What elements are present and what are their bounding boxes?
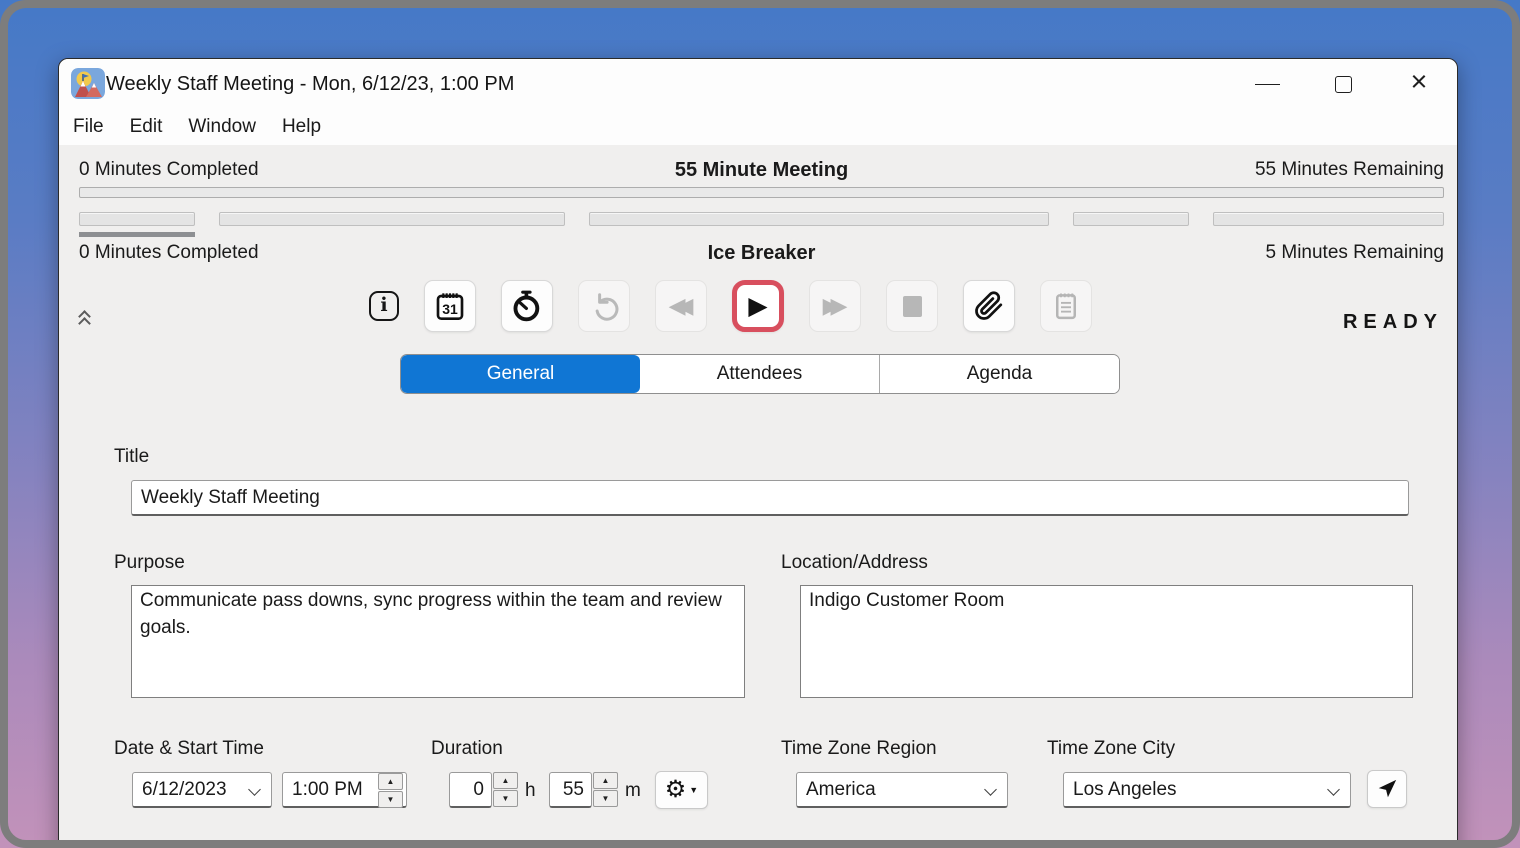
- start-time-spinner[interactable]: 1:00 PM ▲ ▼: [282, 772, 407, 808]
- status-badge: READY: [1343, 311, 1443, 334]
- timezone-city-value: Los Angeles: [1073, 779, 1177, 801]
- minutes-up-button[interactable]: ▲: [593, 772, 618, 789]
- rewind-icon: ◀◀: [669, 295, 694, 317]
- timer-button[interactable]: [501, 280, 553, 332]
- timezone-region-select[interactable]: America: [796, 772, 1008, 808]
- rewind-button: ◀◀: [655, 280, 707, 332]
- timezone-locate-button[interactable]: [1367, 770, 1407, 808]
- maximize-icon: [1335, 76, 1352, 93]
- stopwatch-icon: [510, 289, 544, 323]
- title-input[interactable]: Weekly Staff Meeting: [131, 480, 1409, 516]
- overall-completed-label: 0 Minutes Completed: [79, 159, 259, 181]
- start-time-value: 1:00 PM: [292, 779, 363, 801]
- timezone-city-label: Time Zone City: [1047, 738, 1175, 760]
- menu-item-edit[interactable]: Edit: [130, 116, 163, 138]
- window-title: Weekly Staff Meeting - Mon, 6/12/23, 1:0…: [106, 59, 514, 109]
- hours-down-button[interactable]: ▼: [493, 790, 518, 807]
- navigation-arrow-icon: [1376, 778, 1398, 800]
- agenda-completed-label: 0 Minutes Completed: [79, 242, 259, 264]
- chevron-down-icon: [984, 783, 997, 796]
- duration-minutes-value: 55: [563, 779, 584, 801]
- tab-bar: GeneralAttendeesAgenda: [400, 354, 1120, 394]
- desktop-background: Weekly Staff Meeting - Mon, 6/12/23, 1:0…: [0, 0, 1520, 848]
- timezone-city-select[interactable]: Los Angeles: [1063, 772, 1351, 808]
- dropdown-arrow-icon: ▼: [689, 785, 698, 795]
- agenda-current-item-label: Ice Breaker: [708, 242, 816, 265]
- paperclip-icon: [974, 291, 1004, 321]
- overall-progress-bar: [79, 187, 1444, 198]
- overall-meeting-label: 55 Minute Meeting: [675, 159, 848, 182]
- overall-remaining-label: 55 Minutes Remaining: [1255, 159, 1444, 181]
- title-label: Title: [114, 446, 149, 468]
- purpose-label: Purpose: [114, 552, 185, 574]
- hours-up-button[interactable]: ▲: [493, 772, 518, 789]
- date-select[interactable]: 6/12/2023: [132, 772, 272, 808]
- maximize-button[interactable]: [1305, 59, 1381, 109]
- hours-unit-label: h: [525, 780, 536, 802]
- agenda-segment-3: [589, 212, 1049, 226]
- menu-item-file[interactable]: File: [73, 116, 104, 138]
- date-value: 6/12/2023: [142, 779, 227, 801]
- reset-button: [578, 280, 630, 332]
- duration-hours-input[interactable]: 0: [449, 772, 492, 808]
- play-icon: ▶: [748, 294, 767, 319]
- duration-options-button[interactable]: ⚙ ▼: [655, 771, 708, 809]
- minimize-icon: [1255, 84, 1280, 85]
- collapse-progress-button[interactable]: [79, 311, 93, 329]
- close-button[interactable]: ×: [1381, 59, 1457, 109]
- purpose-textarea[interactable]: Communicate pass downs, sync progress wi…: [131, 585, 745, 698]
- date-start-time-label: Date & Start Time: [114, 738, 264, 760]
- location-textarea[interactable]: Indigo Customer Room: [800, 585, 1413, 698]
- minimize-button[interactable]: [1229, 59, 1305, 109]
- agenda-segment-4: [1073, 212, 1189, 226]
- calendar-button[interactable]: 31: [424, 280, 476, 332]
- duration-label: Duration: [431, 738, 503, 760]
- location-label: Location/Address: [781, 552, 928, 574]
- minutes-unit-label: m: [625, 780, 641, 802]
- gear-icon: ⚙: [665, 778, 687, 802]
- agenda-segment-2: [219, 212, 564, 226]
- menu-item-window[interactable]: Window: [188, 116, 256, 138]
- agenda-segment-bars: [79, 212, 1444, 226]
- timezone-region-value: America: [806, 779, 876, 801]
- clipped-bottom-icon: [1377, 843, 1411, 848]
- attachment-button[interactable]: [963, 280, 1015, 332]
- duration-hours-value: 0: [473, 779, 484, 801]
- fast-forward-icon: ▶▶: [823, 295, 848, 317]
- tab-attendees[interactable]: Attendees: [640, 355, 880, 393]
- play-button[interactable]: ▶: [732, 280, 784, 332]
- time-up-button[interactable]: ▲: [378, 773, 403, 790]
- clipboard-icon: [1051, 291, 1081, 321]
- duration-minutes-input[interactable]: 55: [549, 772, 592, 808]
- minutes-down-button[interactable]: ▼: [593, 790, 618, 807]
- app-icon: [71, 68, 105, 99]
- reset-arrow-icon: [589, 291, 619, 321]
- notes-button: [1040, 280, 1092, 332]
- tab-general[interactable]: General: [401, 355, 640, 393]
- calendar-31-icon: 31: [434, 290, 466, 322]
- menu-item-help[interactable]: Help: [282, 116, 321, 138]
- info-icon: i: [369, 291, 399, 321]
- timezone-region-label: Time Zone Region: [781, 738, 937, 760]
- agenda-segment-1: [79, 212, 195, 226]
- time-down-button[interactable]: ▼: [378, 791, 403, 808]
- chevron-down-icon: [1327, 783, 1340, 796]
- tab-agenda[interactable]: Agenda: [880, 355, 1119, 393]
- title-bar: Weekly Staff Meeting - Mon, 6/12/23, 1:0…: [59, 59, 1457, 109]
- menu-bar: File Edit Window Help: [59, 109, 1457, 145]
- title-value: Weekly Staff Meeting: [141, 487, 320, 509]
- agenda-progress-row: 0 Minutes Completed Ice Breaker 5 Minute…: [79, 242, 1444, 266]
- fast-forward-button: ▶▶: [809, 280, 861, 332]
- chevron-down-icon: [248, 783, 261, 796]
- playback-toolbar: i31◀◀▶▶▶: [369, 279, 1092, 333]
- svg-text:31: 31: [442, 301, 458, 317]
- stop-button: [886, 280, 938, 332]
- close-icon: ×: [1411, 68, 1428, 97]
- agenda-segment-5: [1213, 212, 1444, 226]
- info-button[interactable]: i: [369, 291, 399, 321]
- meeting-app-window: Weekly Staff Meeting - Mon, 6/12/23, 1:0…: [58, 58, 1458, 848]
- stop-icon: [903, 296, 922, 317]
- overall-progress-row: 0 Minutes Completed 55 Minute Meeting 55…: [79, 159, 1444, 183]
- agenda-remaining-label: 5 Minutes Remaining: [1266, 242, 1444, 264]
